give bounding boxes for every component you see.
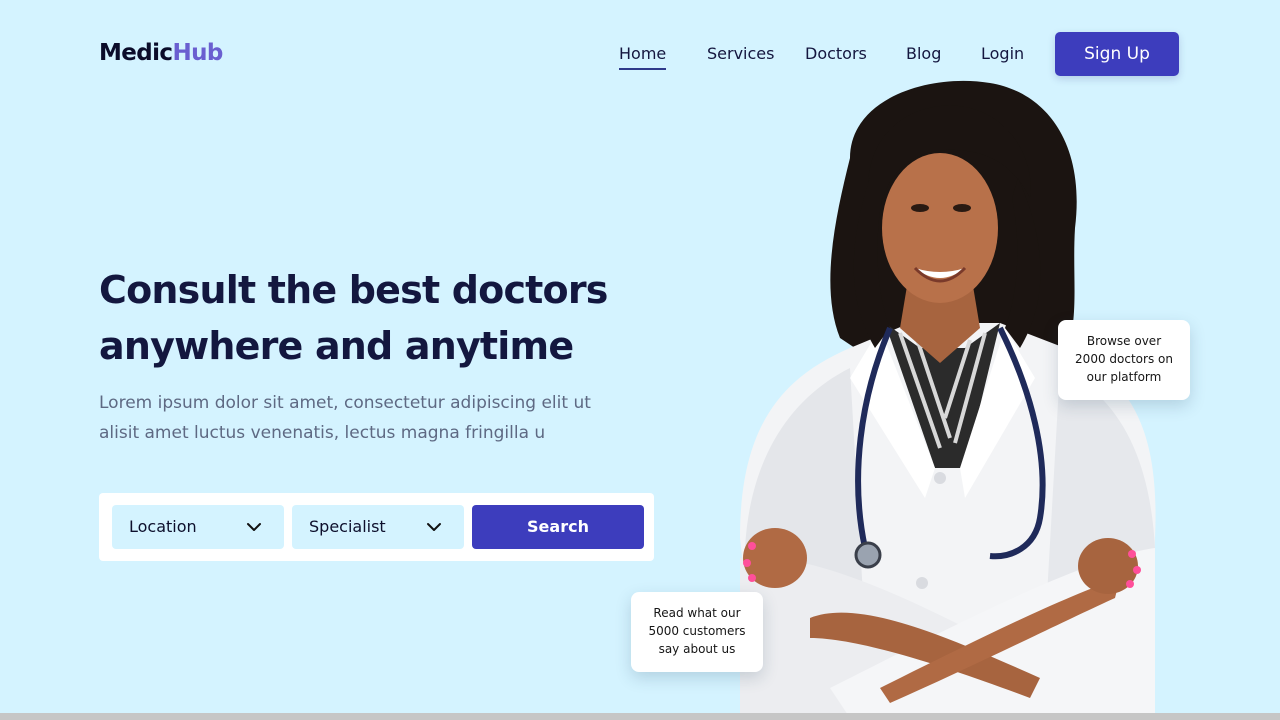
hero-description-line: alisit amet luctus venenatis, lectus mag… <box>99 423 546 443</box>
bottom-divider <box>0 713 1280 720</box>
nav-login-link[interactable]: Login <box>981 42 1024 66</box>
signup-button[interactable]: Sign Up <box>1055 32 1179 76</box>
card-text-line: 2000 doctors on <box>1075 352 1173 366</box>
browse-doctors-card[interactable]: Browse over 2000 doctors on our platform <box>1058 320 1190 400</box>
hero-title-line: anywhere and anytime <box>99 324 574 368</box>
customer-reviews-card[interactable]: Read what our 5000 customers say about u… <box>631 592 763 672</box>
hero-description-line: Lorem ipsum dolor sit amet, consectetur … <box>99 393 591 413</box>
specialist-select-label: Specialist <box>309 517 386 536</box>
hero-description: Lorem ipsum dolor sit amet, consectetur … <box>99 388 639 448</box>
hero-title-line: Consult the best doctors <box>99 268 608 312</box>
card-text-line: Read what our <box>653 606 741 620</box>
specialist-select[interactable]: Specialist <box>292 505 464 549</box>
hero-title: Consult the best doctors anywhere and an… <box>99 262 659 374</box>
card-text-line: Browse over <box>1086 334 1162 348</box>
card-text-line: say about us <box>658 642 736 656</box>
card-text-line: our platform <box>1086 370 1162 384</box>
nav-blog-link[interactable]: Blog <box>906 42 941 66</box>
nav-services-link[interactable]: Services <box>707 42 774 66</box>
nav-doctors-link[interactable]: Doctors <box>805 42 867 66</box>
location-select[interactable]: Location <box>112 505 284 549</box>
doctor-search-bar: Location Specialist Search <box>99 493 654 561</box>
search-button[interactable]: Search <box>472 505 644 549</box>
chevron-down-icon <box>247 523 261 531</box>
card-text-line: 5000 customers <box>648 624 746 638</box>
nav-home-link[interactable]: Home <box>619 42 667 70</box>
location-select-label: Location <box>129 517 197 536</box>
chevron-down-icon <box>427 523 441 531</box>
